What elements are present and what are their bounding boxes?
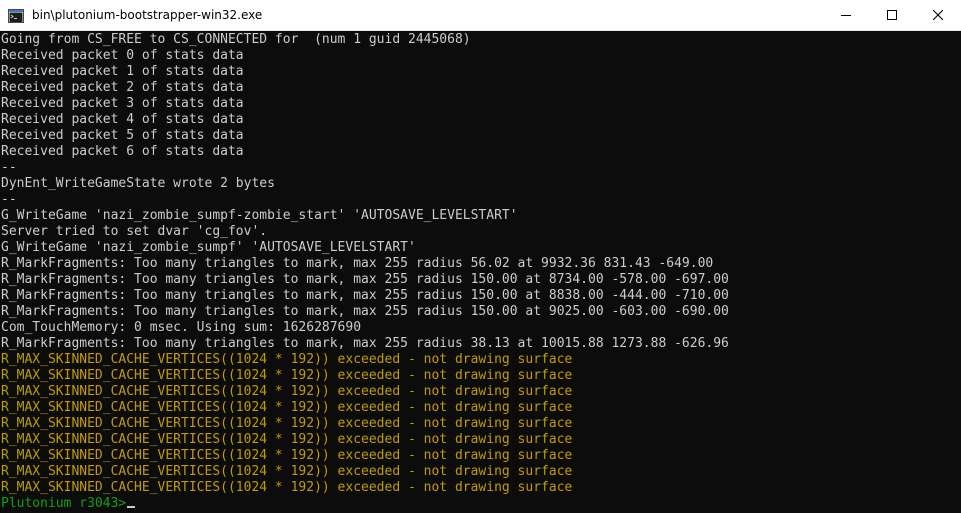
console-line: DynEnt_WriteGameState wrote 2 bytes xyxy=(1,176,275,191)
console-line: R_MarkFragments: Too many triangles to m… xyxy=(1,256,714,271)
maximize-button[interactable] xyxy=(869,0,915,31)
console-line: R_MarkFragments: Too many triangles to m… xyxy=(1,272,729,287)
prompt-label: Plutonium r3043> xyxy=(1,496,127,511)
console-line: G_WriteGame 'nazi_zombie_sumpf' 'AUTOSAV… xyxy=(1,240,416,255)
title-bar[interactable]: bin\plutonium-bootstrapper-win32.exe xyxy=(0,0,961,31)
console-line: -- xyxy=(1,160,17,175)
console-line: Received packet 0 of stats data xyxy=(1,48,244,63)
minimize-button[interactable] xyxy=(823,0,869,31)
console-line: Going from CS_FREE to CS_CONNECTED for (… xyxy=(1,32,471,47)
console-line: R_MAX_SKINNED_CACHE_VERTICES((1024 * 192… xyxy=(1,384,573,399)
console-line: R_MAX_SKINNED_CACHE_VERTICES((1024 * 192… xyxy=(1,416,573,431)
console-line: Received packet 5 of stats data xyxy=(1,128,244,143)
console-line: R_MAX_SKINNED_CACHE_VERTICES((1024 * 192… xyxy=(1,400,573,415)
console-line: Com_TouchMemory: 0 msec. Using sum: 1626… xyxy=(1,320,362,335)
console-line: Received packet 2 of stats data xyxy=(1,80,244,95)
console-line: R_MarkFragments: Too many triangles to m… xyxy=(1,288,729,303)
console-line: R_MAX_SKINNED_CACHE_VERTICES((1024 * 192… xyxy=(1,352,573,367)
console-line: Server tried to set dvar 'cg_fov'. xyxy=(1,224,268,239)
console-line: R_MAX_SKINNED_CACHE_VERTICES((1024 * 192… xyxy=(1,368,573,383)
close-icon xyxy=(933,10,943,20)
console-window: bin\plutonium-bootstrapper-win32.exe Goi… xyxy=(0,0,961,513)
console-line: Received packet 6 of stats data xyxy=(1,144,244,159)
console-line: R_MAX_SKINNED_CACHE_VERTICES((1024 * 192… xyxy=(1,480,573,495)
console-line: R_MAX_SKINNED_CACHE_VERTICES((1024 * 192… xyxy=(1,432,573,447)
console-line: R_MarkFragments: Too many triangles to m… xyxy=(1,336,729,351)
maximize-icon xyxy=(887,10,897,20)
console-line: R_MarkFragments: Too many triangles to m… xyxy=(1,304,729,319)
console-line: Received packet 4 of stats data xyxy=(1,112,244,127)
console-line: R_MAX_SKINNED_CACHE_VERTICES((1024 * 192… xyxy=(1,464,573,479)
window-title: bin\plutonium-bootstrapper-win32.exe xyxy=(32,8,263,22)
console-output[interactable]: Going from CS_FREE to CS_CONNECTED for (… xyxy=(0,32,961,513)
console-line: R_MAX_SKINNED_CACHE_VERTICES((1024 * 192… xyxy=(1,448,573,463)
close-button[interactable] xyxy=(915,0,961,31)
text-cursor xyxy=(127,506,136,508)
console-app-icon[interactable] xyxy=(8,8,24,24)
console-line: Received packet 3 of stats data xyxy=(1,96,244,111)
command-prompt[interactable]: Plutonium r3043> xyxy=(0,496,961,512)
console-line: G_WriteGame 'nazi_zombie_sumpf-zombie_st… xyxy=(1,208,518,223)
console-line: -- xyxy=(1,192,17,207)
console-line: Received packet 1 of stats data xyxy=(1,64,244,79)
minimize-icon xyxy=(841,15,851,16)
